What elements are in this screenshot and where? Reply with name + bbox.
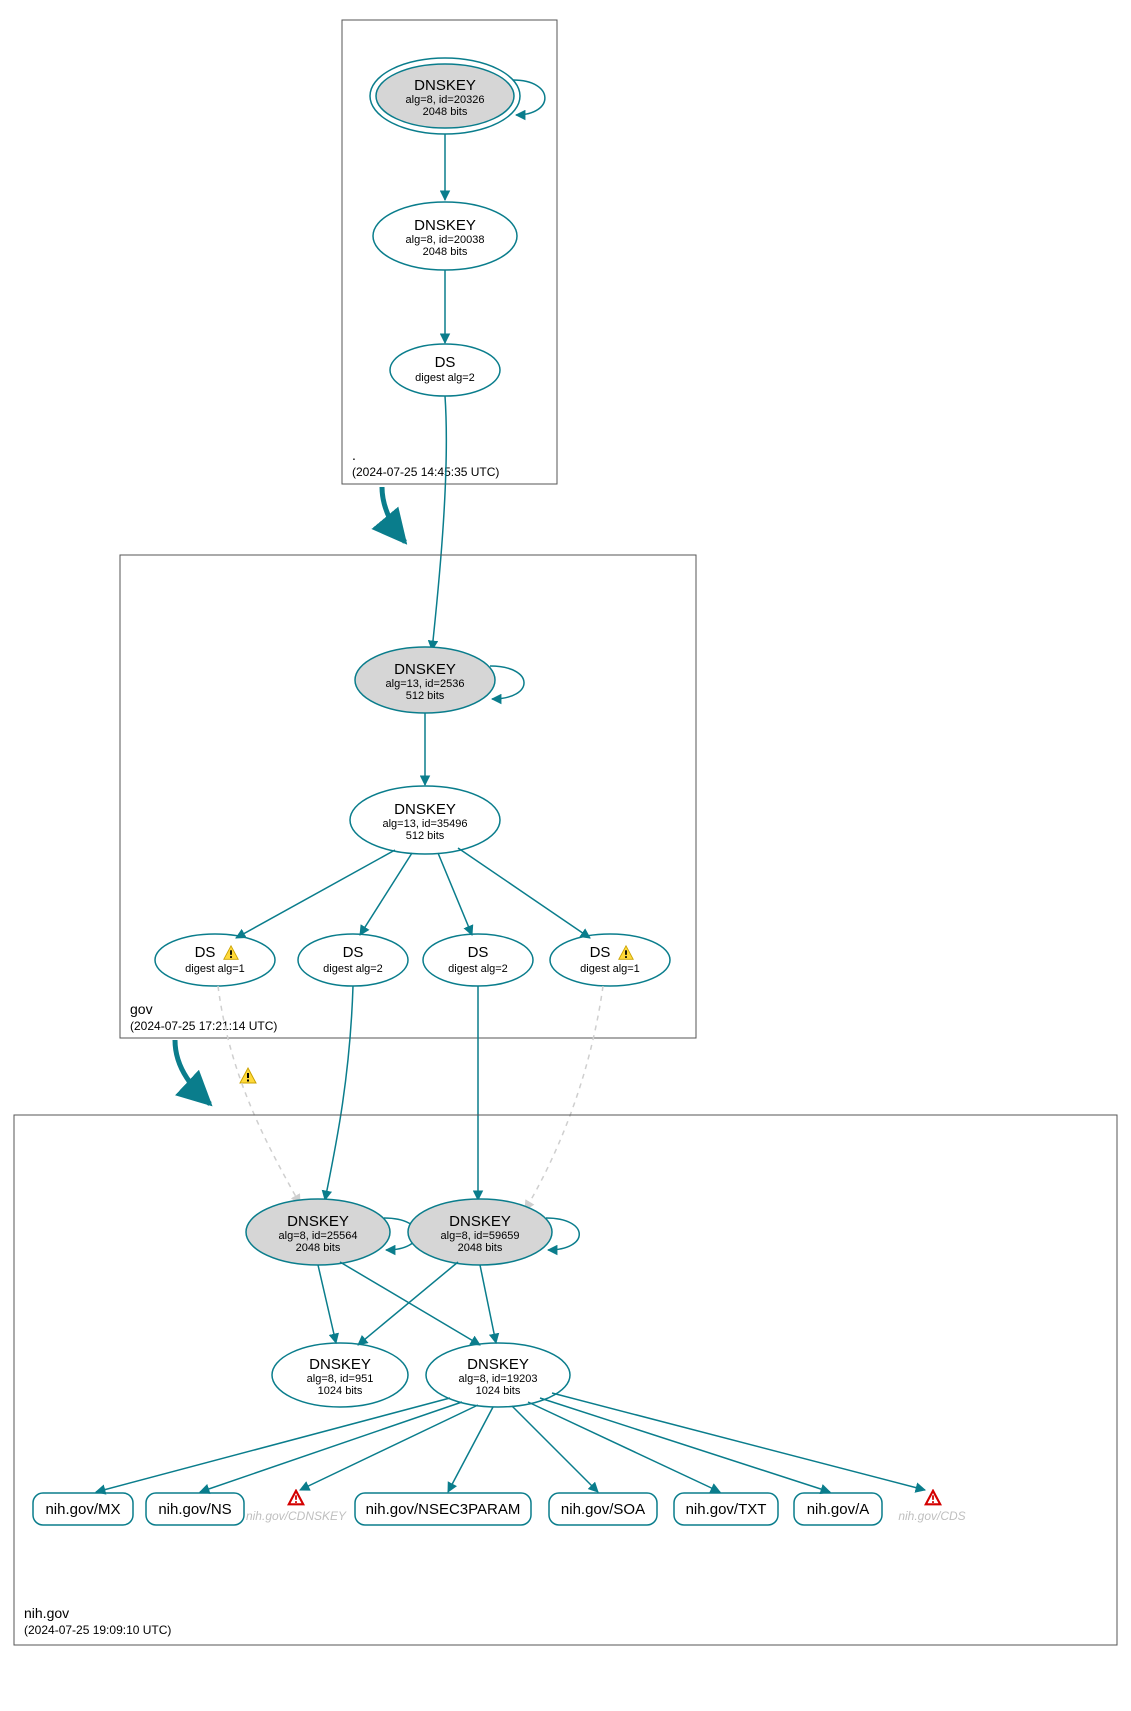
svg-text:DNSKEY: DNSKEY — [309, 1356, 371, 1373]
svg-text:nih.gov/CDS: nih.gov/CDS — [898, 1509, 965, 1523]
node-nih-ksk2: DNSKEY alg=8, id=59659 2048 bits — [408, 1199, 552, 1265]
delegation-gov-to-nih — [175, 1040, 210, 1104]
edge-gov-zsk-to-ds1 — [236, 850, 395, 938]
edge-nih-ksk1-to-zsk1 — [318, 1265, 336, 1343]
zone-nihgov: nih.gov (2024-07-25 19:09:10 UTC) DNSKEY… — [14, 1115, 1117, 1645]
rr-soa: nih.gov/SOA — [549, 1493, 657, 1525]
svg-text:1024 bits: 1024 bits — [318, 1385, 363, 1397]
svg-text:nih.gov/NS: nih.gov/NS — [158, 1501, 231, 1518]
node-root-zsk: DNSKEY alg=8, id=20038 2048 bits — [373, 202, 517, 270]
svg-text:digest alg=2: digest alg=2 — [415, 372, 475, 384]
svg-text:alg=13, id=2536: alg=13, id=2536 — [386, 678, 465, 690]
svg-text:DNSKEY: DNSKEY — [414, 217, 476, 234]
zone-root: . (2024-07-25 14:45:35 UTC) DNSKEY alg=8… — [342, 20, 557, 484]
warning-icon — [240, 1068, 256, 1083]
svg-text:digest alg=2: digest alg=2 — [323, 963, 383, 975]
svg-text:nih.gov/A: nih.gov/A — [807, 1501, 870, 1518]
edge-nih-zsk2-to-mx — [96, 1398, 450, 1492]
edge-nih-ksk2-to-zsk1 — [358, 1262, 458, 1345]
svg-text:DNSKEY: DNSKEY — [467, 1356, 529, 1373]
svg-text:alg=8, id=20326: alg=8, id=20326 — [406, 94, 485, 106]
svg-text:alg=8, id=25564: alg=8, id=25564 — [279, 1230, 358, 1242]
rr-nsec3param: nih.gov/NSEC3PARAM — [355, 1493, 531, 1525]
node-root-ksk: DNSKEY alg=8, id=20326 2048 bits — [370, 58, 520, 134]
svg-text:DNSKEY: DNSKEY — [414, 77, 476, 94]
node-gov-ds2: DS digest alg=2 — [298, 934, 408, 986]
rr-mx: nih.gov/MX — [33, 1493, 133, 1525]
zone-gov-timestamp: (2024-07-25 17:21:14 UTC) — [130, 1019, 277, 1033]
edge-nih-zsk2-to-soa — [512, 1406, 598, 1492]
rr-txt: nih.gov/TXT — [674, 1493, 778, 1525]
edge-nih-zsk2-to-cdnskey — [300, 1405, 478, 1490]
svg-text:DNSKEY: DNSKEY — [394, 661, 456, 678]
edge-nih-zsk2-to-nsec3p — [448, 1407, 493, 1492]
node-gov-ds1: DS digest alg=1 — [155, 934, 275, 986]
node-gov-ds4: DS digest alg=1 — [550, 934, 670, 986]
rr-cds-phantom: nih.gov/CDS — [898, 1491, 965, 1523]
edge-gov-zsk-to-ds4 — [458, 848, 590, 938]
svg-text:alg=8, id=20038: alg=8, id=20038 — [406, 234, 485, 246]
zone-gov-title: gov — [130, 1001, 153, 1017]
error-icon — [926, 1491, 940, 1505]
svg-text:alg=8, id=951: alg=8, id=951 — [307, 1373, 374, 1385]
node-gov-ksk: DNSKEY alg=13, id=2536 512 bits — [355, 647, 495, 713]
svg-text:512 bits: 512 bits — [406, 690, 445, 702]
svg-text:512 bits: 512 bits — [406, 830, 445, 842]
node-gov-zsk: DNSKEY alg=13, id=35496 512 bits — [350, 786, 500, 854]
svg-text:DNSKEY: DNSKEY — [287, 1213, 349, 1230]
svg-text:digest alg=2: digest alg=2 — [448, 963, 508, 975]
dnssec-auth-graph: . (2024-07-25 14:45:35 UTC) DNSKEY alg=8… — [0, 0, 1131, 1711]
edge-gov-ds4-to-nih-ksk2-dashed — [525, 986, 603, 1210]
svg-text:DS: DS — [195, 944, 216, 961]
zone-gov: gov (2024-07-25 17:21:14 UTC) DNSKEY alg… — [120, 555, 696, 1038]
svg-text:alg=13, id=35496: alg=13, id=35496 — [382, 818, 467, 830]
svg-text:DS: DS — [468, 944, 489, 961]
svg-text:2048 bits: 2048 bits — [423, 106, 468, 118]
rr-cdnskey-phantom: nih.gov/CDNSKEY — [246, 1491, 347, 1523]
error-icon — [289, 1491, 303, 1505]
svg-text:nih.gov/NSEC3PARAM: nih.gov/NSEC3PARAM — [366, 1501, 521, 1518]
edge-nih-zsk2-to-ns — [200, 1402, 462, 1492]
zone-root-title: . — [352, 447, 356, 463]
svg-text:2048 bits: 2048 bits — [458, 1242, 503, 1254]
node-nih-ksk1: DNSKEY alg=8, id=25564 2048 bits — [246, 1199, 390, 1265]
rr-ns: nih.gov/NS — [146, 1493, 244, 1525]
svg-text:alg=8, id=19203: alg=8, id=19203 — [459, 1373, 538, 1385]
svg-text:digest alg=1: digest alg=1 — [580, 963, 640, 975]
rr-a: nih.gov/A — [794, 1493, 882, 1525]
node-root-ds: DS digest alg=2 — [390, 344, 500, 396]
svg-text:DS: DS — [590, 944, 611, 961]
svg-text:nih.gov/SOA: nih.gov/SOA — [561, 1501, 645, 1518]
zone-nih-title: nih.gov — [24, 1605, 69, 1621]
svg-text:digest alg=1: digest alg=1 — [185, 963, 245, 975]
svg-text:nih.gov/CDNSKEY: nih.gov/CDNSKEY — [246, 1509, 347, 1523]
node-gov-ds3: DS digest alg=2 — [423, 934, 533, 986]
svg-text:2048 bits: 2048 bits — [296, 1242, 341, 1254]
svg-text:DNSKEY: DNSKEY — [394, 801, 456, 818]
node-nih-zsk2: DNSKEY alg=8, id=19203 1024 bits — [426, 1343, 570, 1407]
edge-gov-ds2-to-nih-ksk1 — [325, 986, 353, 1200]
edge-nih-ksk1-to-zsk2 — [340, 1262, 480, 1345]
zone-root-timestamp: (2024-07-25 14:45:35 UTC) — [352, 465, 499, 479]
svg-text:DNSKEY: DNSKEY — [449, 1213, 511, 1230]
edge-nih-ksk2-to-zsk2 — [480, 1265, 496, 1343]
svg-text:nih.gov/MX: nih.gov/MX — [45, 1501, 120, 1518]
zone-nih-timestamp: (2024-07-25 19:09:10 UTC) — [24, 1623, 171, 1637]
edge-nih-zsk2-to-cds — [552, 1393, 925, 1490]
svg-text:DS: DS — [343, 944, 364, 961]
svg-text:DS: DS — [435, 354, 456, 371]
svg-text:nih.gov/TXT: nih.gov/TXT — [686, 1501, 767, 1518]
svg-text:alg=8, id=59659: alg=8, id=59659 — [441, 1230, 520, 1242]
svg-text:2048 bits: 2048 bits — [423, 246, 468, 258]
node-nih-zsk1: DNSKEY alg=8, id=951 1024 bits — [272, 1343, 408, 1407]
edge-root-ds-to-gov-ksk — [432, 396, 446, 650]
svg-text:1024 bits: 1024 bits — [476, 1385, 521, 1397]
delegation-root-to-gov — [382, 487, 405, 542]
edge-gov-zsk-to-ds3 — [438, 853, 472, 935]
